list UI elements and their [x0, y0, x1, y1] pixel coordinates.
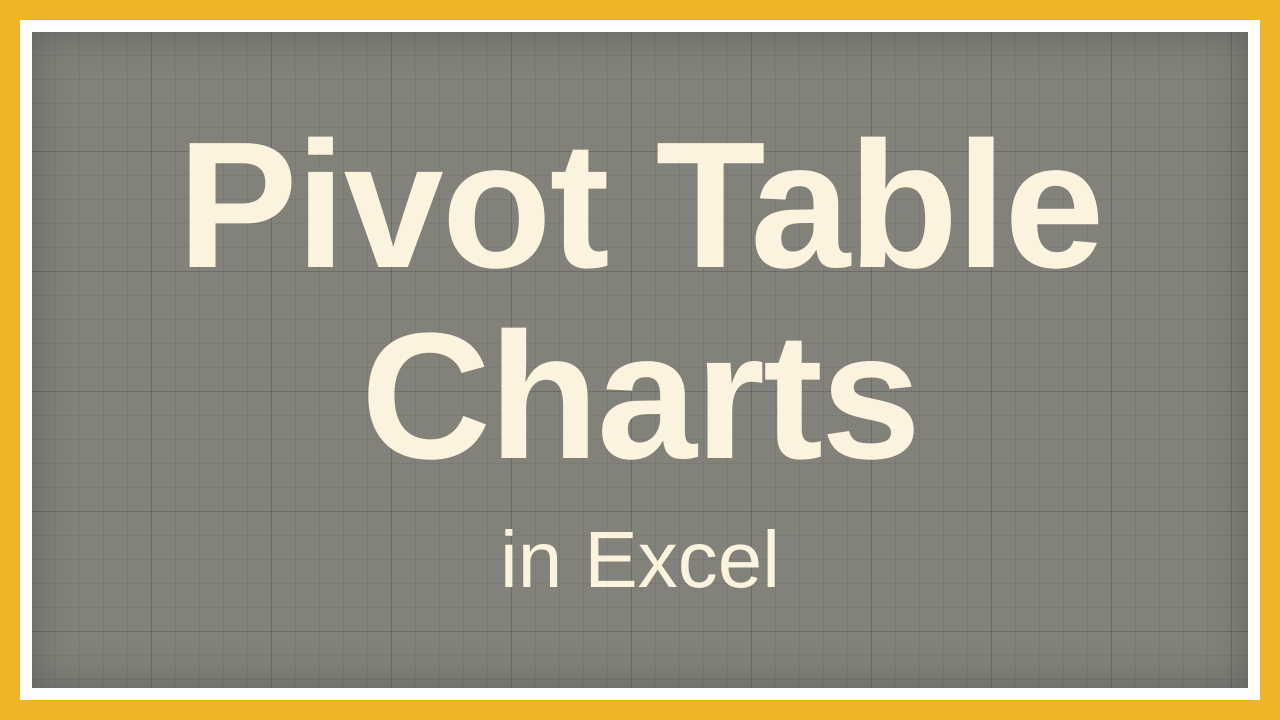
blueprint-panel: Pivot Table Charts in Excel [32, 32, 1248, 688]
title-line-2: Charts [361, 311, 919, 482]
white-frame: Pivot Table Charts in Excel [20, 20, 1260, 700]
subtitle: in Excel [500, 520, 780, 600]
outer-frame: Pivot Table Charts in Excel [0, 0, 1280, 720]
title-line-1: Pivot Table [178, 120, 1103, 291]
